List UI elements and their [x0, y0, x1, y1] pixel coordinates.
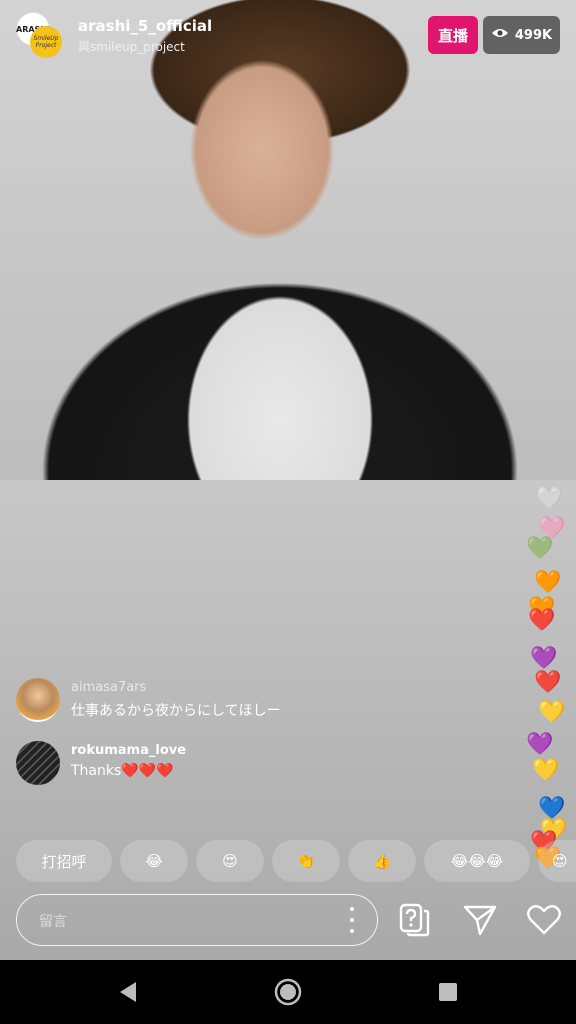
comment-avatar[interactable] — [16, 678, 60, 722]
floating-heart: ❤️ — [534, 670, 562, 695]
viewer-count: 499K — [514, 27, 553, 43]
floating-heart: 💜 — [526, 732, 554, 757]
reaction-chip-clap[interactable]: 👏 — [272, 840, 340, 882]
floating-heart: 💙 — [538, 796, 566, 821]
viewer-count-badge[interactable]: 499K — [483, 16, 560, 54]
eye-icon — [491, 27, 509, 43]
floating-heart: 💚 — [526, 536, 554, 561]
reaction-chip-laugh-triple[interactable]: 😂😂😂 — [424, 840, 530, 882]
reaction-chip-thumbs-up[interactable]: 👍 — [348, 840, 416, 882]
floating-heart: 💛 — [532, 758, 560, 783]
system-navbar — [0, 960, 576, 1024]
comment-input[interactable]: 留言 — [16, 894, 378, 946]
question-sticker-icon[interactable] — [394, 900, 434, 940]
floating-heart: ❤️ — [528, 608, 556, 633]
floating-heart: 🤍 — [536, 486, 564, 511]
reaction-chip-greet[interactable]: 打招呼 — [16, 840, 112, 882]
comment-username[interactable]: rokumama_love — [71, 743, 186, 758]
reaction-chip-heart-eyes[interactable]: 😍 — [196, 840, 264, 882]
smileup-avatar: SmileUp Project — [30, 26, 62, 58]
comment-item: rokumama_love Thanks❤️❤️❤️ — [16, 741, 356, 787]
recents-square-icon[interactable] — [430, 974, 466, 1010]
host-video-feed — [0, 0, 576, 480]
comment-message: 仕事あるから夜からにしてほしー — [71, 703, 281, 719]
floating-hearts: 🤍 🩷 💚 🧡 🧡 ❤️ 💜 ❤️ 💛 💜 💛 💙 💛 ❤️ 🧡 — [520, 480, 576, 880]
reaction-chip-laugh[interactable]: 😂 — [120, 840, 188, 882]
host-avatar[interactable]: ARASHI SmileUp Project — [16, 12, 64, 60]
heart-icon[interactable] — [524, 900, 564, 940]
comment-placeholder: 留言 — [39, 914, 67, 930]
floating-heart: 💜 — [530, 646, 558, 671]
comment-message: Thanks❤️❤️❤️ — [71, 763, 174, 779]
home-circle-icon[interactable] — [270, 974, 306, 1010]
back-triangle-icon[interactable] — [110, 974, 146, 1010]
live-badge: 直播 — [428, 16, 478, 54]
reaction-chip-heart-eyes-2[interactable]: 😍 — [538, 840, 576, 882]
send-icon[interactable] — [460, 900, 500, 940]
host-username[interactable]: arashi_5_official — [78, 17, 212, 35]
floating-heart: 🧡 — [534, 570, 562, 595]
comment-item: aimasa7ars 仕事あるから夜からにしてほしー — [16, 678, 356, 724]
quick-reactions: 打招呼 😂 😍 👏 👍 😂😂😂 😍 — [16, 840, 576, 884]
co-host-line[interactable]: 與smileup_project — [78, 38, 185, 55]
floating-heart: 💛 — [538, 700, 566, 725]
more-vertical-icon[interactable] — [349, 907, 355, 933]
comment-avatar[interactable] — [16, 741, 60, 785]
comment-username[interactable]: aimasa7ars — [71, 680, 146, 695]
